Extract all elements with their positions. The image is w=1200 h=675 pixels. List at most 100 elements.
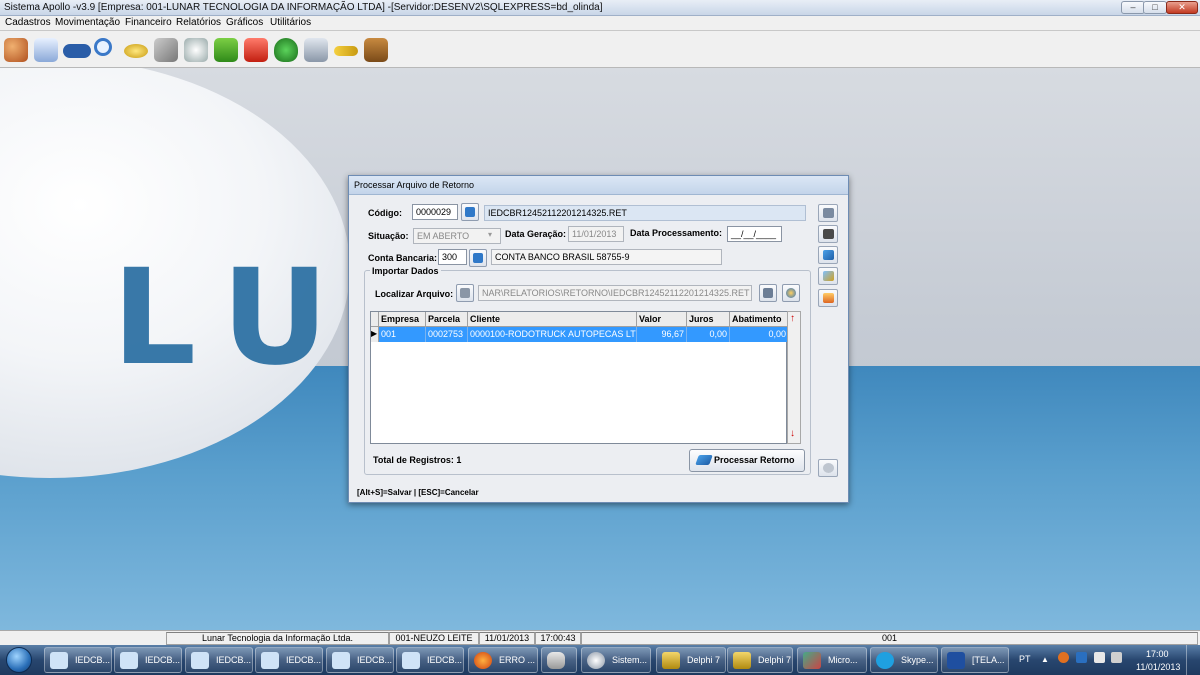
clock-icon[interactable] (184, 38, 208, 62)
print-button[interactable] (818, 225, 838, 243)
database-icon (547, 652, 565, 669)
data-processamento-input[interactable]: __/__/____ (727, 226, 782, 242)
current-row-indicator-icon: ▶ (371, 327, 379, 342)
table-row[interactable]: 001 0002753 0000100-RODOTRUCK AUTOPECAS … (379, 327, 788, 342)
print-icon (823, 229, 834, 239)
tray-expand-icon[interactable]: ▲ (1041, 655, 1049, 664)
folder-green-icon[interactable] (214, 38, 238, 62)
microsoft-icon (803, 652, 821, 669)
col-parcela[interactable]: Parcela (426, 312, 468, 327)
menu-bar: Cadastros Movimentação Financeiro Relató… (0, 16, 1200, 31)
refresh-button[interactable] (818, 459, 838, 477)
car-icon[interactable] (63, 44, 91, 58)
tray-app-icon[interactable] (1058, 652, 1069, 663)
total-registros: Total de Registros: 1 (373, 455, 462, 465)
delphi-icon (662, 652, 680, 669)
cancel-icon (823, 271, 834, 281)
taskbar-item[interactable]: IEDCB... (44, 647, 112, 673)
search-icon[interactable] (94, 38, 112, 56)
calculator-icon[interactable] (304, 38, 328, 62)
codigo-search-button[interactable] (461, 203, 479, 221)
money-bag-icon[interactable] (274, 38, 298, 62)
col-juros[interactable]: Juros (687, 312, 730, 327)
save-icon (823, 250, 834, 260)
tray-volume-icon[interactable] (1111, 652, 1122, 663)
menu-relatorios[interactable]: Relatórios (176, 17, 221, 28)
menu-movimentacao[interactable]: Movimentação (55, 17, 120, 28)
exit-button[interactable] (818, 204, 838, 222)
footer-hint: [Alt+S]=Salvar | [ESC]=Cancelar (357, 488, 479, 497)
minimize-button[interactable]: – (1121, 1, 1145, 14)
col-cliente[interactable]: Cliente (468, 312, 637, 327)
report-button[interactable] (818, 289, 838, 307)
taskbar-item-microsoft[interactable]: Micro... (797, 647, 867, 673)
codigo-label: Código: (368, 208, 402, 218)
taskbar-item-delphi[interactable]: Delphi 7 (727, 647, 793, 673)
taskbar-item-delphi[interactable]: Delphi 7 (656, 647, 726, 673)
conta-input[interactable]: 300 (438, 249, 467, 265)
situacao-label: Situação: (368, 231, 409, 241)
close-button[interactable]: ✕ (1166, 1, 1198, 14)
search-file-icon (473, 253, 483, 263)
dialog-title-bar[interactable]: Processar Arquivo de Retorno (349, 176, 848, 195)
taskbar-item-firefox[interactable]: ERRO ... (468, 647, 538, 673)
taskbar: IEDCB... IEDCB... IEDCB... IEDCB... IEDC… (0, 645, 1200, 675)
coins-icon[interactable] (124, 44, 148, 58)
exit-icon (823, 208, 834, 218)
menu-graficos[interactable]: Gráficos (226, 17, 263, 28)
tools-icon[interactable] (154, 38, 178, 62)
col-empresa[interactable]: Empresa (379, 312, 426, 327)
app-title-bar[interactable]: Sistema Apollo -v3.9 [Empresa: 001-LUNAR… (0, 0, 1200, 16)
import-button[interactable] (759, 284, 777, 302)
taskbar-item[interactable]: IEDCB... (396, 647, 464, 673)
clock-time[interactable]: 17:00 (1146, 649, 1169, 659)
show-desktop-button[interactable] (1186, 645, 1200, 675)
menu-financeiro[interactable]: Financeiro (125, 17, 172, 28)
taskbar-item-sistema[interactable]: Sistem... (581, 647, 651, 673)
clear-button[interactable] (782, 284, 800, 302)
dialog-title: Processar Arquivo de Retorno (354, 180, 475, 190)
window-icon (332, 652, 350, 669)
cell-cliente: 0000100-RODOTRUCK AUTOPECAS LT (468, 327, 637, 342)
calendar-icon[interactable] (34, 38, 58, 62)
grid-scrollbar[interactable]: ↑ ↓ (787, 311, 801, 444)
clock-date[interactable]: 11/01/2013 (1136, 662, 1180, 672)
taskbar-item[interactable]: IEDCB... (326, 647, 394, 673)
language-indicator[interactable]: PT (1019, 654, 1031, 664)
taskbar-item[interactable]: IEDCB... (255, 647, 323, 673)
search-file-icon (465, 207, 475, 217)
parcelas-grid[interactable]: Empresa Parcela Cliente Valor Juros Abat… (370, 311, 788, 444)
users-icon[interactable] (4, 38, 28, 62)
status-date: 11/01/2013 (479, 632, 535, 645)
codigo-input[interactable]: 0000029 (412, 204, 458, 220)
tray-network-icon[interactable] (1076, 652, 1087, 663)
arrow-down-icon[interactable]: ↓ (790, 428, 795, 439)
start-button[interactable] (6, 647, 32, 673)
folder-red-icon[interactable] (244, 38, 268, 62)
arrow-up-icon[interactable]: ↑ (790, 313, 795, 324)
report-icon (823, 293, 834, 303)
conta-label: Conta Bancaria: (368, 253, 438, 263)
save-button[interactable] (818, 246, 838, 264)
taskbar-item-skype[interactable]: Skype... (870, 647, 938, 673)
chevron-down-icon: ▾ (488, 230, 493, 239)
maximize-button[interactable]: □ (1143, 1, 1167, 14)
status-bar: Lunar Tecnologia da Informação Ltda. 001… (0, 630, 1200, 645)
col-valor[interactable]: Valor (637, 312, 687, 327)
window-icon (120, 652, 138, 669)
menu-cadastros[interactable]: Cadastros (5, 17, 51, 28)
exit-door-icon[interactable] (364, 38, 388, 62)
browse-folder-button[interactable] (456, 284, 474, 302)
menu-utilitarios[interactable]: Utilitários (270, 17, 311, 28)
processar-retorno-button[interactable]: Processar Retorno (689, 449, 805, 472)
cancel-button[interactable] (818, 267, 838, 285)
window-icon (402, 652, 420, 669)
taskbar-item[interactable]: IEDCB... (114, 647, 182, 673)
key-icon[interactable] (334, 46, 358, 56)
tray-flag-icon[interactable] (1094, 652, 1105, 663)
conta-search-button[interactable] (469, 249, 487, 267)
col-abatimento[interactable]: Abatimento (730, 312, 788, 327)
taskbar-item-word[interactable]: [TELA... (941, 647, 1009, 673)
taskbar-item-database[interactable] (541, 647, 577, 673)
taskbar-item[interactable]: IEDCB... (185, 647, 253, 673)
